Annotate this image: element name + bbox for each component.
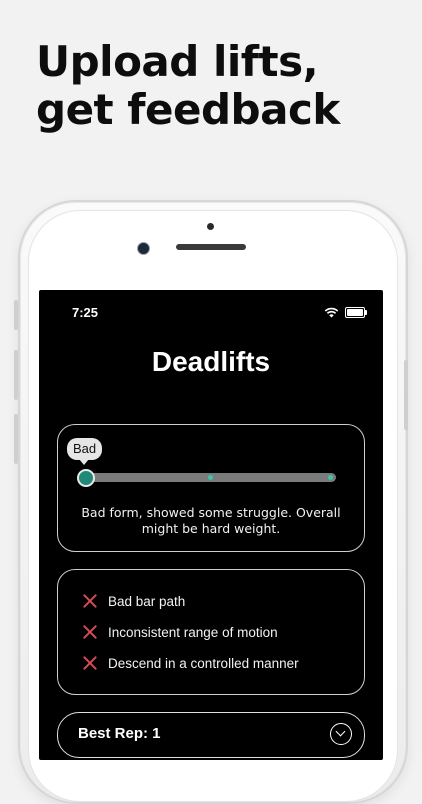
issue-label: Bad bar path	[108, 593, 186, 609]
page-title: Deadlifts	[151, 346, 271, 377]
volume-down-button	[14, 414, 18, 464]
issue-item: Bad bar path	[82, 593, 185, 609]
rating-card: Bad Bad form, showed some struggle. Over…	[57, 424, 365, 552]
front-camera-icon	[137, 242, 150, 255]
best-rep-label: Best Rep: 1	[78, 725, 161, 742]
x-icon	[82, 593, 98, 609]
volume-up-button	[14, 350, 18, 400]
issue-label: Inconsistent range of motion	[108, 624, 278, 640]
slider-step-dot	[328, 475, 333, 480]
power-button	[404, 360, 408, 430]
slider-step-dot	[208, 475, 213, 480]
rating-summary: Bad form, showed some struggle. Overall …	[81, 505, 341, 536]
x-icon	[82, 624, 98, 640]
issue-item: Inconsistent range of motion	[82, 624, 278, 640]
proximity-sensor	[207, 223, 214, 230]
issue-label: Descend in a controlled manner	[108, 655, 299, 671]
rating-slider-thumb[interactable]	[77, 469, 95, 487]
issue-item: Descend in a controlled manner	[82, 655, 299, 671]
best-rep-dropdown[interactable]: Best Rep: 1	[57, 712, 365, 758]
wifi-icon	[324, 307, 339, 318]
status-time: 7:25	[72, 305, 99, 320]
status-icons	[324, 307, 367, 318]
earpiece-speaker	[176, 244, 246, 250]
x-icon	[82, 655, 98, 671]
rating-label-bubble: Bad	[67, 438, 103, 465]
battery-icon	[345, 307, 367, 318]
headline-line-2: get feedback	[36, 85, 340, 134]
chevron-down-icon[interactable]	[330, 723, 352, 745]
issues-card: Bad bar path Inconsistent range of motio…	[57, 569, 365, 695]
mute-switch	[14, 300, 18, 330]
app-screen: 7:25 Deadlifts Bad Bad form, showed some…	[39, 290, 383, 760]
headline: Upload lifts, get feedback	[36, 38, 406, 134]
headline-line-1: Upload lifts,	[36, 37, 319, 86]
rating-slider-track	[84, 473, 336, 482]
